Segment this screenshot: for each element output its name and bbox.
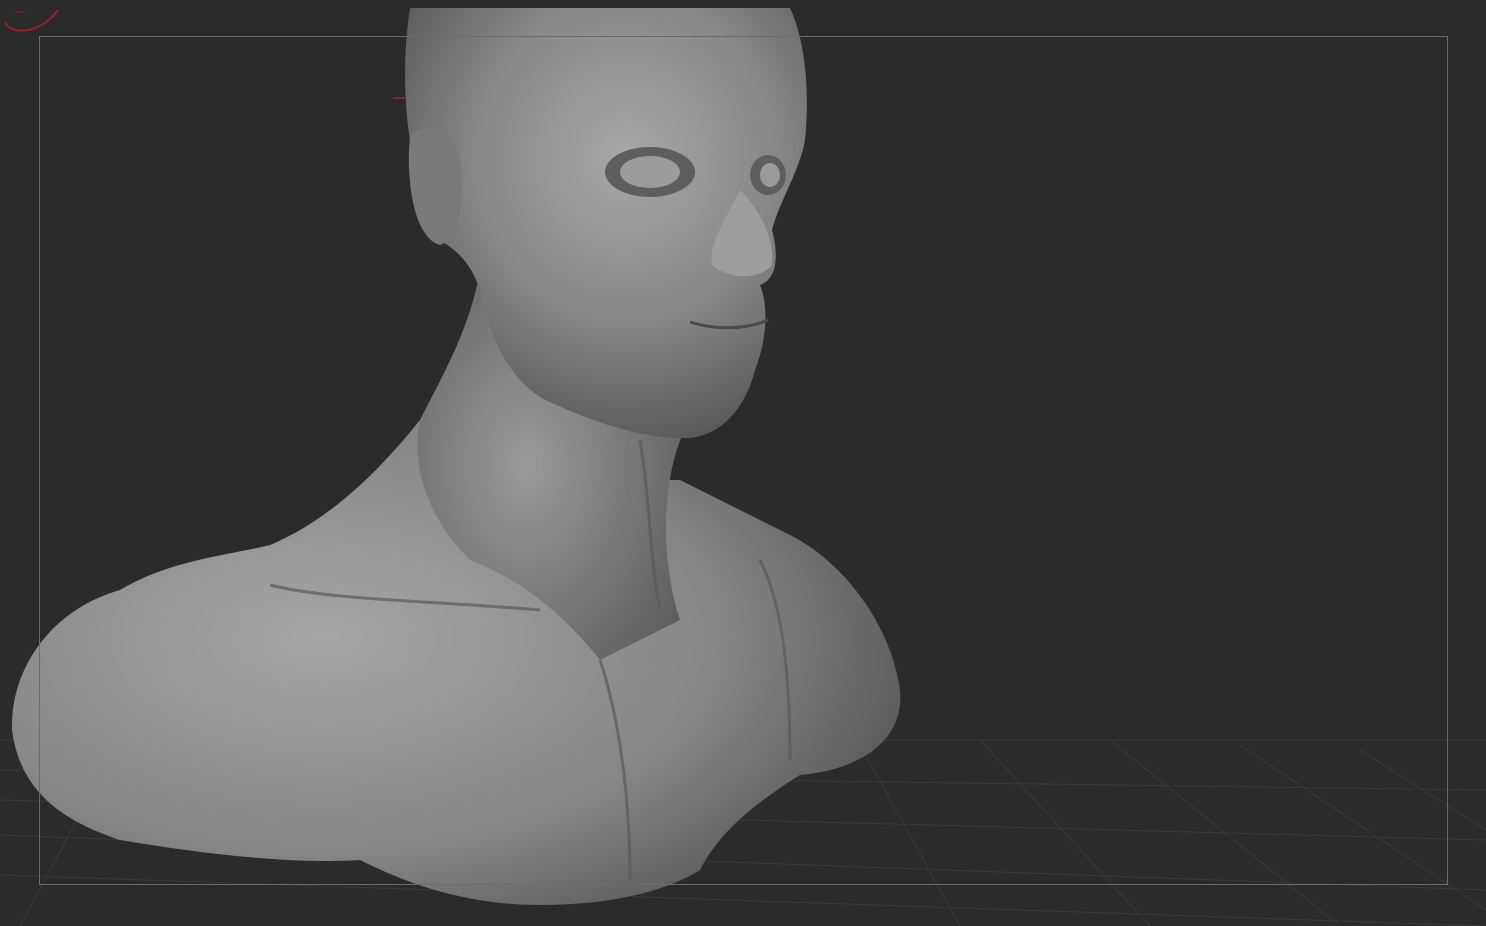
right-eye [760, 163, 780, 187]
pivot-marker [393, 97, 405, 99]
left-eye [620, 156, 680, 188]
3d-viewport[interactable] [0, 0, 1486, 926]
axis-orientation-gizmo[interactable] [0, 0, 70, 40]
sculpted-bust-model[interactable] [0, 0, 1486, 926]
ear-shape [409, 128, 462, 245]
